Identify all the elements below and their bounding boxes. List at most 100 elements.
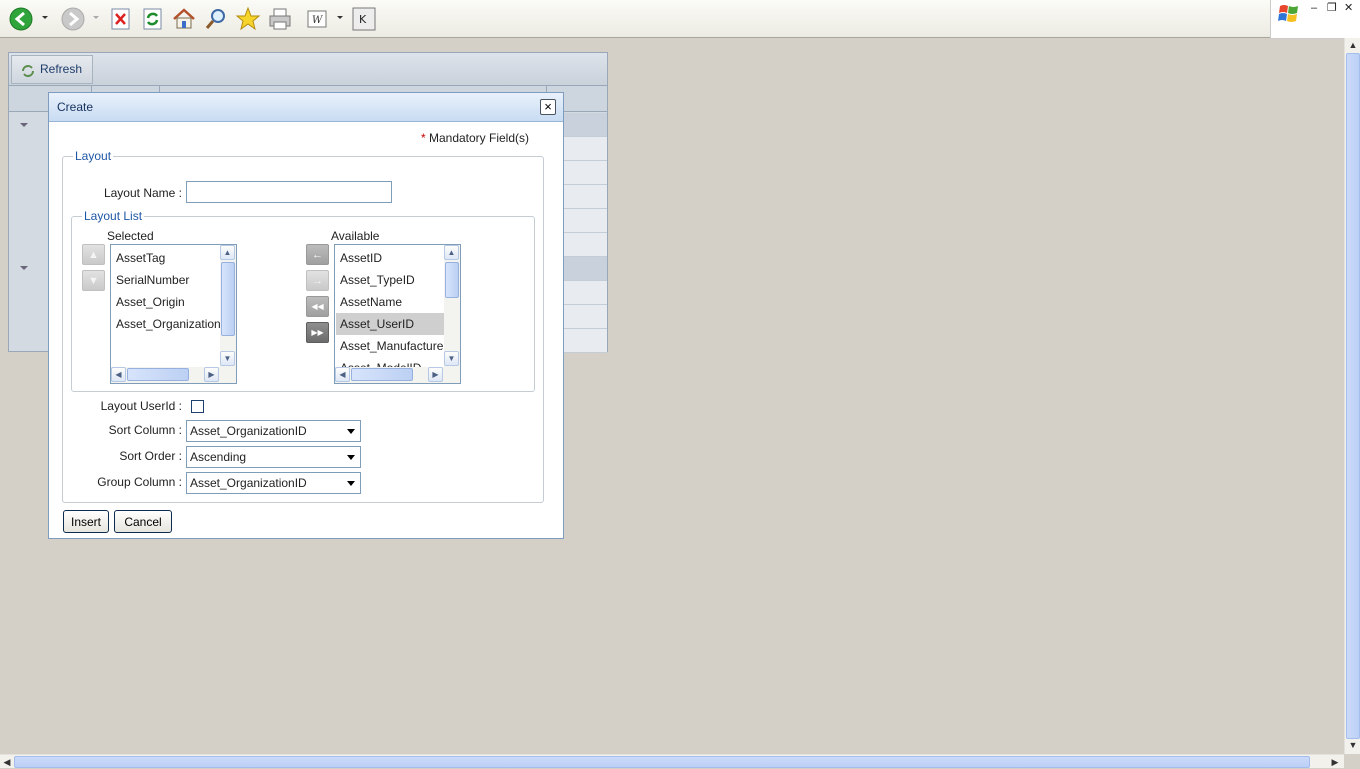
double-arrow-left-icon: ◀◀ <box>311 302 324 311</box>
grid-row <box>564 329 607 353</box>
forward-dropdown-icon[interactable] <box>93 16 99 19</box>
back-dropdown-icon[interactable] <box>42 16 48 19</box>
window-horizontal-scrollbar[interactable]: ◀ ▶ <box>0 754 1344 768</box>
window-vertical-scrollbar[interactable]: ▲ ▼ <box>1344 38 1360 754</box>
forward-icon[interactable] <box>60 6 86 32</box>
cancel-button[interactable]: Cancel <box>114 510 172 533</box>
selected-horizontal-scrollbar[interactable]: ◀ ▶ <box>111 367 236 383</box>
move-all-left-button[interactable]: ◀◀ <box>306 296 329 317</box>
scroll-up-icon[interactable]: ▲ <box>220 245 235 260</box>
search-icon[interactable] <box>203 6 229 32</box>
k-icon[interactable]: K <box>351 6 377 32</box>
selected-label: Selected <box>107 229 154 243</box>
grid-refresh-button[interactable]: Refresh <box>11 55 93 84</box>
grid-toolbar: Refresh <box>9 53 607 86</box>
scroll-left-icon[interactable]: ◀ <box>335 367 350 382</box>
arrow-left-icon: ← <box>312 249 323 261</box>
layout-name-input[interactable] <box>186 181 392 203</box>
minimize-icon[interactable]: – <box>1311 3 1317 14</box>
scroll-right-icon[interactable]: ▶ <box>428 367 443 382</box>
chevron-down-icon <box>347 455 355 460</box>
scroll-thumb[interactable] <box>14 756 1310 768</box>
sort-order-value: Ascending <box>190 450 247 464</box>
available-vertical-scrollbar[interactable]: ▲ ▼ <box>444 245 460 367</box>
selected-vertical-scrollbar[interactable]: ▲ ▼ <box>220 245 236 367</box>
group-column-label: Group Column : <box>97 475 182 489</box>
refresh-icon[interactable] <box>140 6 166 32</box>
move-right-button[interactable]: → <box>306 270 329 291</box>
list-item[interactable]: SerialNumber <box>112 269 222 291</box>
scroll-thumb[interactable] <box>127 368 189 381</box>
list-item[interactable]: Asset_TypeID <box>336 269 446 291</box>
dialog-title-bar[interactable]: Create × <box>49 93 563 122</box>
sort-order-select[interactable]: Ascending <box>186 446 361 468</box>
layout-legend: Layout <box>75 149 112 163</box>
list-item-selected[interactable]: Asset_UserID <box>336 313 446 335</box>
scroll-thumb[interactable] <box>445 262 459 298</box>
mandatory-text: Mandatory Field(s) <box>428 131 529 145</box>
scroll-right-icon[interactable]: ▶ <box>1328 755 1342 769</box>
scroll-thumb[interactable] <box>221 262 235 336</box>
grid-row <box>564 281 607 305</box>
grid-row <box>564 161 607 185</box>
group-expand-icon[interactable] <box>20 266 28 270</box>
mandatory-note: * Mandatory Field(s) <box>421 131 529 145</box>
list-item[interactable]: Asset_ModelID <box>336 357 446 367</box>
back-icon[interactable] <box>8 6 34 32</box>
scroll-thumb[interactable] <box>351 368 413 381</box>
scroll-down-icon[interactable]: ▼ <box>444 351 459 366</box>
create-dialog: Create × * Mandatory Field(s) Layout Lay… <box>48 92 564 539</box>
windows-logo-area: – ❐ ✕ <box>1270 0 1360 39</box>
layout-name-label: Layout Name : <box>103 186 182 200</box>
browser-toolbar: W K – ❐ ✕ <box>0 0 1360 39</box>
scroll-right-icon[interactable]: ▶ <box>204 367 219 382</box>
list-item[interactable]: AssetName <box>336 291 446 313</box>
scroll-left-icon[interactable]: ◀ <box>0 755 14 769</box>
print-icon[interactable] <box>267 6 293 32</box>
insert-button[interactable]: Insert <box>63 510 109 533</box>
favorites-icon[interactable] <box>235 6 261 32</box>
scroll-down-icon[interactable]: ▼ <box>1346 738 1360 752</box>
group-expand-icon[interactable] <box>20 123 28 127</box>
arrow-down-icon: ▼ <box>88 275 99 287</box>
grid-row <box>564 137 607 161</box>
group-column-value: Asset_OrganizationID <box>190 476 307 490</box>
home-icon[interactable] <box>171 6 197 32</box>
sort-column-label: Sort Column : <box>108 423 182 437</box>
list-item[interactable]: Asset_Origin <box>112 291 222 313</box>
chevron-down-icon <box>347 429 355 434</box>
grid-group-row <box>564 113 607 137</box>
word-dropdown-icon[interactable] <box>337 16 343 19</box>
scroll-corner <box>220 367 236 383</box>
sort-column-select[interactable]: Asset_OrganizationID <box>186 420 361 442</box>
scroll-thumb[interactable] <box>1346 53 1360 739</box>
available-horizontal-scrollbar[interactable]: ◀ ▶ <box>335 367 460 383</box>
windows-logo-icon <box>1277 2 1301 29</box>
move-left-button[interactable]: ← <box>306 244 329 265</box>
scroll-up-icon[interactable]: ▲ <box>444 245 459 260</box>
layout-userid-checkbox[interactable] <box>191 400 204 413</box>
list-item[interactable]: AssetID <box>336 247 446 269</box>
move-all-right-button[interactable]: ▶▶ <box>306 322 329 343</box>
scroll-down-icon[interactable]: ▼ <box>220 351 235 366</box>
close-window-icon[interactable]: ✕ <box>1344 3 1353 14</box>
selected-listbox[interactable]: AssetTag SerialNumber Asset_Origin Asset… <box>110 244 237 384</box>
move-down-button[interactable]: ▼ <box>82 270 105 291</box>
move-up-button[interactable]: ▲ <box>82 244 105 265</box>
group-column-select[interactable]: Asset_OrganizationID <box>186 472 361 494</box>
grid-row <box>564 209 607 233</box>
scroll-corner <box>444 367 460 383</box>
word-icon[interactable]: W <box>305 6 331 32</box>
list-item[interactable]: Asset_ManufacturerID <box>336 335 446 357</box>
list-item[interactable]: Asset_OrganizationID <box>112 313 222 335</box>
restore-icon[interactable]: ❐ <box>1327 3 1337 14</box>
scroll-left-icon[interactable]: ◀ <box>111 367 126 382</box>
dialog-title: Create <box>57 100 94 114</box>
scroll-up-icon[interactable]: ▲ <box>1346 38 1360 52</box>
grid-refresh-icon <box>20 62 36 89</box>
dialog-close-button[interactable]: × <box>540 99 556 115</box>
list-item[interactable]: AssetTag <box>112 247 222 269</box>
stop-icon[interactable] <box>108 6 134 32</box>
available-listbox[interactable]: AssetID Asset_TypeID AssetName Asset_Use… <box>334 244 461 384</box>
mandatory-star: * <box>420 131 426 145</box>
